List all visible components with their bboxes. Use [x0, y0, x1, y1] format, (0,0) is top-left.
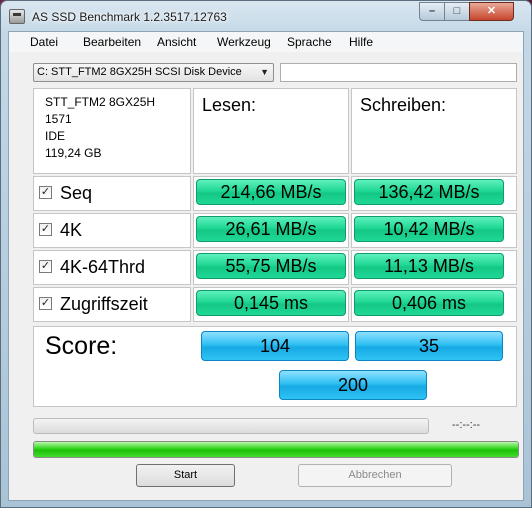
- drive-app-icon: [9, 9, 25, 24]
- menu-ansicht[interactable]: Ansicht: [157, 35, 196, 49]
- 4k-64thrd-checkbox[interactable]: ✓: [39, 260, 52, 273]
- main-progress-bar: [33, 441, 519, 458]
- drive-info-field[interactable]: [280, 63, 517, 82]
- 4k-64thrd-write-value: 11,13 MB/s: [354, 253, 504, 279]
- menu-datei[interactable]: Datei: [30, 35, 58, 49]
- menu-hilfe[interactable]: Hilfe: [349, 35, 373, 49]
- client-area: Datei Bearbeiten Ansicht Werkzeug Sprach…: [8, 31, 524, 501]
- menu-bearbeiten[interactable]: Bearbeiten: [83, 35, 141, 49]
- maximize-icon: □: [453, 5, 461, 17]
- seq-label: Seq: [60, 183, 93, 203]
- cancel-button[interactable]: Abbrechen: [298, 464, 452, 487]
- 4k-64thrd-label: 4K-64Thrd: [60, 257, 146, 277]
- window-title: AS SSD Benchmark 1.2.3517.12763: [32, 10, 227, 24]
- maximize-button[interactable]: □: [444, 2, 470, 21]
- drive-select-value: C: STT_FTM2 8GX25H SCSI Disk Device: [37, 66, 242, 78]
- minimize-icon: –: [428, 5, 436, 17]
- check-icon: ✓: [40, 186, 51, 198]
- app-window: AS SSD Benchmark 1.2.3517.12763 – □ ✕ Da…: [0, 0, 532, 508]
- write-column-header: Schreiben:: [360, 95, 447, 115]
- row-label-cell: [33, 213, 191, 248]
- menu-werkzeug[interactable]: Werkzeug: [217, 35, 271, 49]
- 4k-read-value: 26,61 MB/s: [196, 216, 346, 242]
- drive-size: 119,24 GB: [45, 146, 102, 160]
- access-time-checkbox[interactable]: ✓: [39, 297, 52, 310]
- score-label: Score:: [45, 332, 118, 360]
- 4k-64thrd-read-value: 55,75 MB/s: [196, 253, 346, 279]
- 4k-checkbox[interactable]: ✓: [39, 223, 52, 236]
- close-icon: ✕: [486, 5, 497, 17]
- title-bar[interactable]: AS SSD Benchmark 1.2.3517.12763 – □ ✕: [1, 1, 531, 31]
- read-column-header: Lesen:: [202, 95, 257, 115]
- score-total: 200: [279, 370, 427, 400]
- sub-progress-bar: [33, 418, 429, 434]
- check-icon: ✓: [40, 297, 51, 309]
- check-icon: ✓: [40, 223, 51, 235]
- seq-read-value: 214,66 MB/s: [196, 179, 346, 205]
- access-time-write-value: 0,406 ms: [354, 290, 504, 316]
- close-button[interactable]: ✕: [469, 2, 514, 21]
- check-icon: ✓: [40, 260, 51, 272]
- dropdown-arrow-icon: ▼: [260, 67, 269, 77]
- drive-select[interactable]: C: STT_FTM2 8GX25H SCSI Disk Device ▼: [33, 63, 274, 82]
- menu-sprache[interactable]: Sprache: [287, 35, 332, 49]
- access-time-label: Zugriffszeit: [60, 294, 148, 314]
- access-time-read-value: 0,145 ms: [196, 290, 346, 316]
- drive-model: STT_FTM2 8GX25H: [45, 95, 156, 109]
- score-read: 104: [201, 331, 349, 361]
- seq-write-value: 136,42 MB/s: [354, 179, 504, 205]
- seq-checkbox[interactable]: ✓: [39, 186, 52, 199]
- start-button[interactable]: Start: [136, 464, 235, 487]
- drive-driver: IDE: [45, 129, 66, 143]
- elapsed-time: --:--:--: [452, 419, 481, 431]
- score-write: 35: [355, 331, 503, 361]
- menu-bar: Datei Bearbeiten Ansicht Werkzeug Sprach…: [9, 32, 523, 52]
- row-label-cell: [33, 176, 191, 211]
- main-progress-fill: [34, 442, 518, 457]
- 4k-label: 4K: [60, 220, 83, 240]
- 4k-write-value: 10,42 MB/s: [354, 216, 504, 242]
- minimize-button[interactable]: –: [419, 2, 445, 21]
- drive-firmware: 1571: [45, 112, 72, 126]
